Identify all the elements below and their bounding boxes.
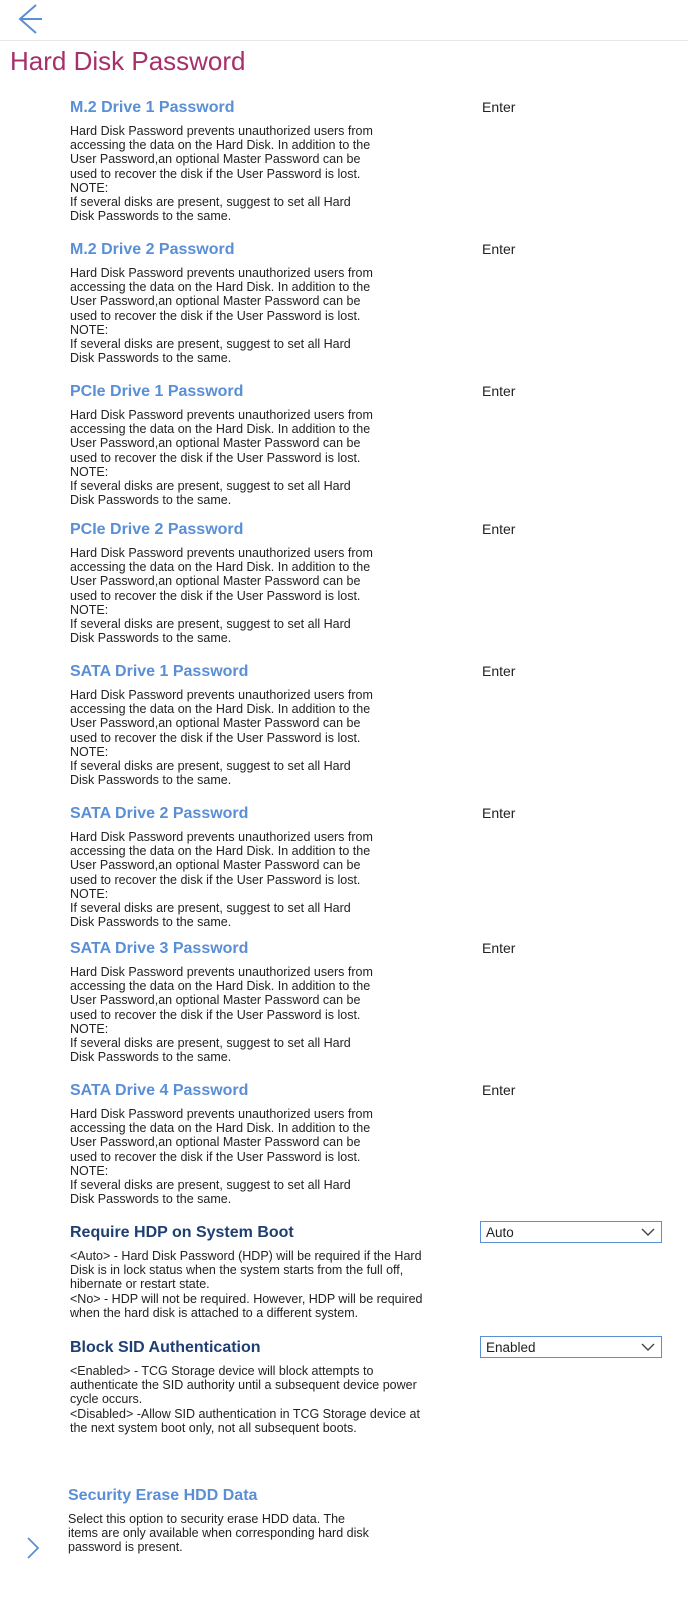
require-hdp-item[interactable]: Require HDP on System Boot Auto <Auto> -…: [70, 1221, 670, 1320]
enter-button[interactable]: Enter: [482, 383, 515, 399]
block-sid-select[interactable]: Enabled: [480, 1336, 662, 1358]
drive-password-item[interactable]: SATA Drive 3 Password Enter Hard Disk Pa…: [70, 939, 670, 1064]
drive-password-label[interactable]: M.2 Drive 2 Password: [70, 240, 670, 260]
drive-password-label[interactable]: SATA Drive 3 Password: [70, 939, 670, 959]
enter-button[interactable]: Enter: [482, 521, 515, 537]
drive-password-label[interactable]: SATA Drive 4 Password: [70, 1081, 670, 1101]
select-value: Enabled: [486, 1340, 536, 1355]
require-hdp-select[interactable]: Auto: [480, 1221, 662, 1243]
select-value: Auto: [486, 1225, 514, 1240]
item-description: Hard Disk Password prevents unauthorized…: [70, 408, 373, 508]
page-title: Hard Disk Password: [10, 46, 246, 76]
block-sid-item[interactable]: Block SID Authentication Enabled <Enable…: [70, 1336, 670, 1435]
item-description: Hard Disk Password prevents unauthorized…: [70, 688, 373, 788]
item-description: Hard Disk Password prevents unauthorized…: [70, 965, 373, 1065]
item-description: Hard Disk Password prevents unauthorized…: [70, 266, 373, 366]
enter-button[interactable]: Enter: [482, 663, 515, 679]
drive-password-item[interactable]: PCIe Drive 1 Password Enter Hard Disk Pa…: [70, 382, 670, 507]
security-erase-description: Select this option to security erase HDD…: [68, 1512, 369, 1555]
security-erase-label[interactable]: Security Erase HDD Data: [68, 1486, 668, 1506]
drive-password-item[interactable]: SATA Drive 4 Password Enter Hard Disk Pa…: [70, 1081, 670, 1206]
arrow-left-icon[interactable]: [14, 2, 44, 36]
drive-password-label[interactable]: M.2 Drive 1 Password: [70, 98, 670, 118]
top-bar: [0, 0, 688, 41]
enter-button[interactable]: Enter: [482, 1082, 515, 1098]
security-erase-item[interactable]: Security Erase HDD Data Select this opti…: [68, 1486, 668, 1554]
enter-button[interactable]: Enter: [482, 805, 515, 821]
drive-password-label[interactable]: SATA Drive 2 Password: [70, 804, 670, 824]
item-description: Hard Disk Password prevents unauthorized…: [70, 124, 373, 224]
drive-password-label[interactable]: PCIe Drive 1 Password: [70, 382, 670, 402]
enter-button[interactable]: Enter: [482, 241, 515, 257]
item-description: Hard Disk Password prevents unauthorized…: [70, 1107, 373, 1207]
item-description: Hard Disk Password prevents unauthorized…: [70, 830, 373, 930]
require-hdp-description: <Auto> - Hard Disk Password (HDP) will b…: [70, 1249, 423, 1320]
chevron-down-icon: [641, 1343, 655, 1351]
chevron-down-icon: [641, 1228, 655, 1236]
block-sid-description: <Enabled> - TCG Storage device will bloc…: [70, 1364, 420, 1435]
drive-password-item[interactable]: PCIe Drive 2 Password Enter Hard Disk Pa…: [70, 520, 670, 645]
drive-password-label[interactable]: PCIe Drive 2 Password: [70, 520, 670, 540]
drive-password-item[interactable]: M.2 Drive 1 Password Enter Hard Disk Pas…: [70, 98, 670, 223]
drive-password-label[interactable]: SATA Drive 1 Password: [70, 662, 670, 682]
drive-password-item[interactable]: SATA Drive 2 Password Enter Hard Disk Pa…: [70, 804, 670, 929]
drive-password-item[interactable]: SATA Drive 1 Password Enter Hard Disk Pa…: [70, 662, 670, 787]
chevron-right-icon[interactable]: [22, 1535, 42, 1561]
enter-button[interactable]: Enter: [482, 99, 515, 115]
enter-button[interactable]: Enter: [482, 940, 515, 956]
drive-password-item[interactable]: M.2 Drive 2 Password Enter Hard Disk Pas…: [70, 240, 670, 365]
item-description: Hard Disk Password prevents unauthorized…: [70, 546, 373, 646]
